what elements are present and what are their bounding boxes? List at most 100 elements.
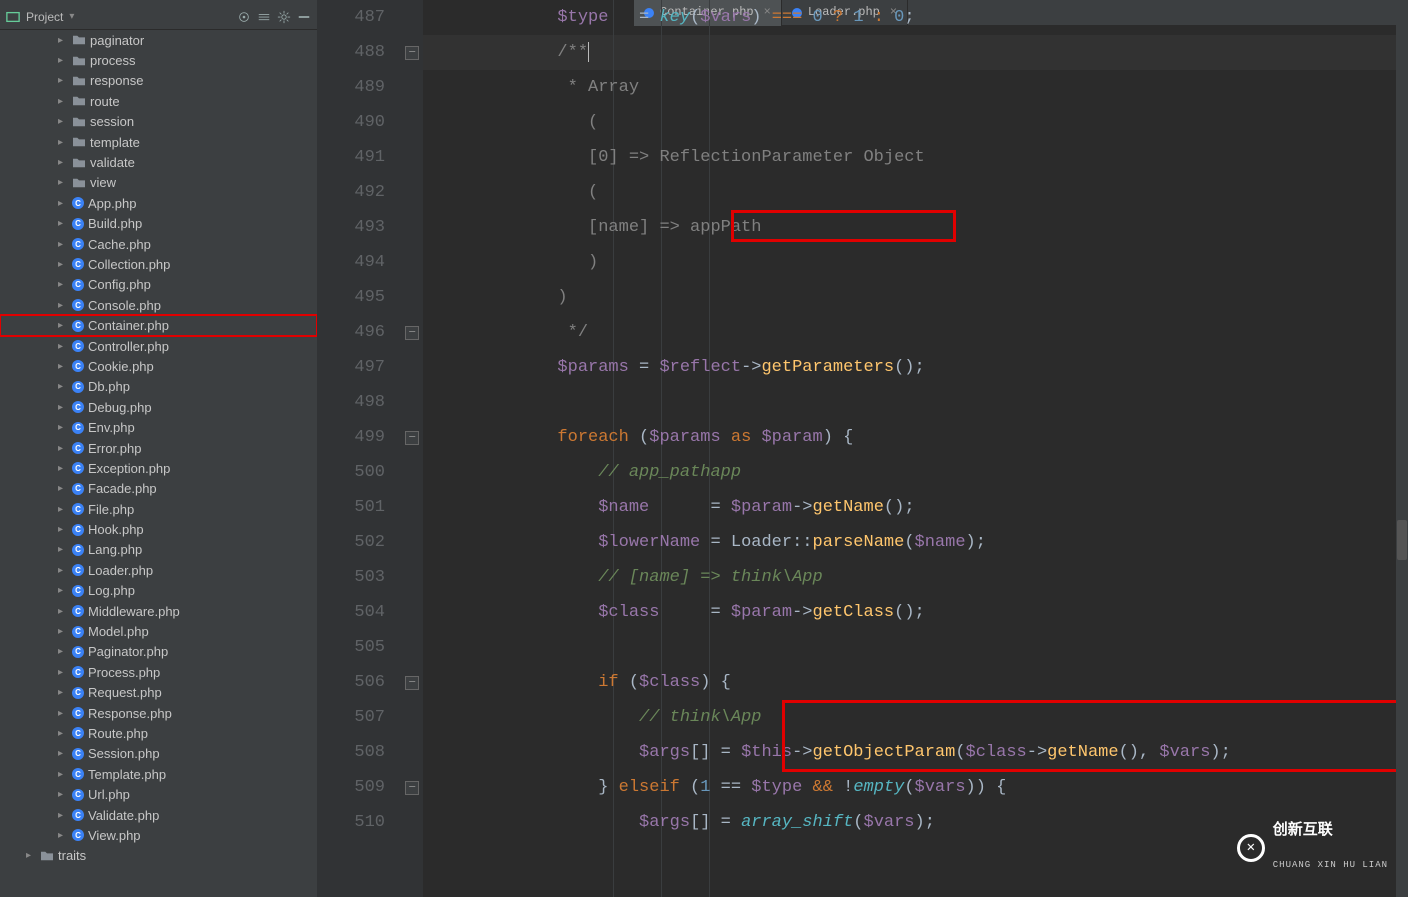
project-sidebar[interactable]: Project ▾ ▸paginator▸process▸response▸ro… [0,0,317,897]
code-line[interactable]: if ($class) { [435,665,1408,700]
tree-folder[interactable]: ▸view [0,173,317,193]
expand-icon[interactable]: ▸ [58,748,68,759]
tree-file[interactable]: ▸CContainer.php [0,315,317,335]
code-editor[interactable]: Container.php×Loader.php× 48748848949049… [317,0,1408,897]
tree-file[interactable]: ▸CConfig.php [0,275,317,295]
expand-icon[interactable]: ▸ [58,177,68,188]
tree-file[interactable]: ▸CCache.php [0,234,317,254]
expand-icon[interactable]: ▸ [58,667,68,678]
expand-icon[interactable]: ▸ [58,157,68,168]
expand-icon[interactable]: ▸ [58,116,68,127]
expand-icon[interactable]: ▸ [58,483,68,494]
expand-icon[interactable]: ▸ [58,320,68,331]
tree-file[interactable]: ▸CCollection.php [0,254,317,274]
code-line[interactable]: } elseif (1 == $type && !empty($vars)) { [435,770,1408,805]
expand-icon[interactable]: ▸ [58,626,68,637]
tree-file[interactable]: ▸CTemplate.php [0,764,317,784]
expand-icon[interactable]: ▸ [58,279,68,290]
code-line[interactable]: $name = $param->getName(); [435,490,1408,525]
tree-folder[interactable]: ▸validate [0,152,317,172]
expand-icon[interactable]: ▸ [58,96,68,107]
expand-icon[interactable]: ▸ [58,789,68,800]
code-line[interactable]: $class = $param->getClass(); [435,595,1408,630]
expand-icon[interactable]: ▸ [58,239,68,250]
collapse-icon[interactable] [257,10,271,24]
fold-toggle[interactable] [405,431,419,445]
tree-folder[interactable]: ▸session [0,112,317,132]
tree-file[interactable]: ▸CFacade.php [0,479,317,499]
tree-file[interactable]: ▸CBuild.php [0,214,317,234]
code-line[interactable]: ( [435,105,1408,140]
tree-file[interactable]: ▸CPaginator.php [0,642,317,662]
expand-icon[interactable]: ▸ [58,585,68,596]
tree-file[interactable]: ▸CView.php [0,825,317,845]
tree-file[interactable]: ▸CDb.php [0,377,317,397]
dropdown-icon[interactable]: ▾ [69,11,74,22]
expand-icon[interactable]: ▸ [58,422,68,433]
tree-file[interactable]: ▸CController.php [0,336,317,356]
fold-toggle[interactable] [405,676,419,690]
expand-icon[interactable]: ▸ [58,361,68,372]
tree-file[interactable]: ▸CLog.php [0,581,317,601]
code-line[interactable] [435,385,1408,420]
code-line[interactable]: $type = key($vars) === 0 ? 1 : 0; [435,0,1408,35]
tree-file[interactable]: ▸CSession.php [0,744,317,764]
expand-icon[interactable]: ▸ [58,810,68,821]
tree-file[interactable]: ▸CEnv.php [0,417,317,437]
expand-icon[interactable]: ▸ [58,198,68,209]
tree-folder[interactable]: ▸traits [0,846,317,866]
tree-file[interactable]: ▸CException.php [0,458,317,478]
expand-icon[interactable]: ▸ [58,381,68,392]
code-line[interactable]: */ [435,315,1408,350]
tree-file[interactable]: ▸CApp.php [0,193,317,213]
tree-file[interactable]: ▸CMiddleware.php [0,601,317,621]
code-line[interactable]: ) [435,245,1408,280]
fold-toggle[interactable] [405,326,419,340]
expand-icon[interactable]: ▸ [58,565,68,576]
tree-file[interactable]: ▸CLoader.php [0,560,317,580]
tree-file[interactable]: ▸CHook.php [0,519,317,539]
tree-folder[interactable]: ▸paginator [0,30,317,50]
expand-icon[interactable]: ▸ [58,259,68,270]
tree-file[interactable]: ▸CLang.php [0,540,317,560]
vertical-scrollbar[interactable] [1396,0,1408,897]
code-line[interactable]: $params = $reflect->getParameters(); [435,350,1408,385]
expand-icon[interactable]: ▸ [58,606,68,617]
expand-icon[interactable]: ▸ [58,35,68,46]
tree-folder[interactable]: ▸process [0,50,317,70]
tree-folder[interactable]: ▸route [0,91,317,111]
fold-toggle[interactable] [405,46,419,60]
minimize-icon[interactable] [297,10,311,24]
code-line[interactable]: ) [435,280,1408,315]
tree-folder[interactable]: ▸template [0,132,317,152]
tree-file[interactable]: ▸CDebug.php [0,397,317,417]
tree-file[interactable]: ▸CUrl.php [0,784,317,804]
expand-icon[interactable]: ▸ [58,218,68,229]
tree-file[interactable]: ▸CValidate.php [0,805,317,825]
expand-icon[interactable]: ▸ [58,708,68,719]
code-line[interactable]: foreach ($params as $param) { [435,420,1408,455]
expand-icon[interactable]: ▸ [58,728,68,739]
expand-icon[interactable]: ▸ [58,137,68,148]
scroll-thumb[interactable] [1397,520,1407,560]
code-line[interactable]: ( [435,175,1408,210]
expand-icon[interactable]: ▸ [58,524,68,535]
expand-icon[interactable]: ▸ [58,75,68,86]
expand-icon[interactable]: ▸ [58,687,68,698]
expand-icon[interactable]: ▸ [58,463,68,474]
code-line[interactable]: // app_pathapp [435,455,1408,490]
expand-icon[interactable]: ▸ [58,300,68,311]
tree-file[interactable]: ▸CRequest.php [0,683,317,703]
expand-icon[interactable]: ▸ [58,830,68,841]
expand-icon[interactable]: ▸ [58,769,68,780]
code-line[interactable]: $lowerName = Loader::parseName($name); [435,525,1408,560]
tree-file[interactable]: ▸CProcess.php [0,662,317,682]
project-header[interactable]: Project ▾ [0,4,317,30]
tree-file[interactable]: ▸CFile.php [0,499,317,519]
target-icon[interactable] [237,10,251,24]
code-line[interactable]: * Array [435,70,1408,105]
expand-icon[interactable]: ▸ [58,402,68,413]
tree-file[interactable]: ▸CConsole.php [0,295,317,315]
code-line[interactable] [435,630,1408,665]
expand-icon[interactable]: ▸ [58,55,68,66]
